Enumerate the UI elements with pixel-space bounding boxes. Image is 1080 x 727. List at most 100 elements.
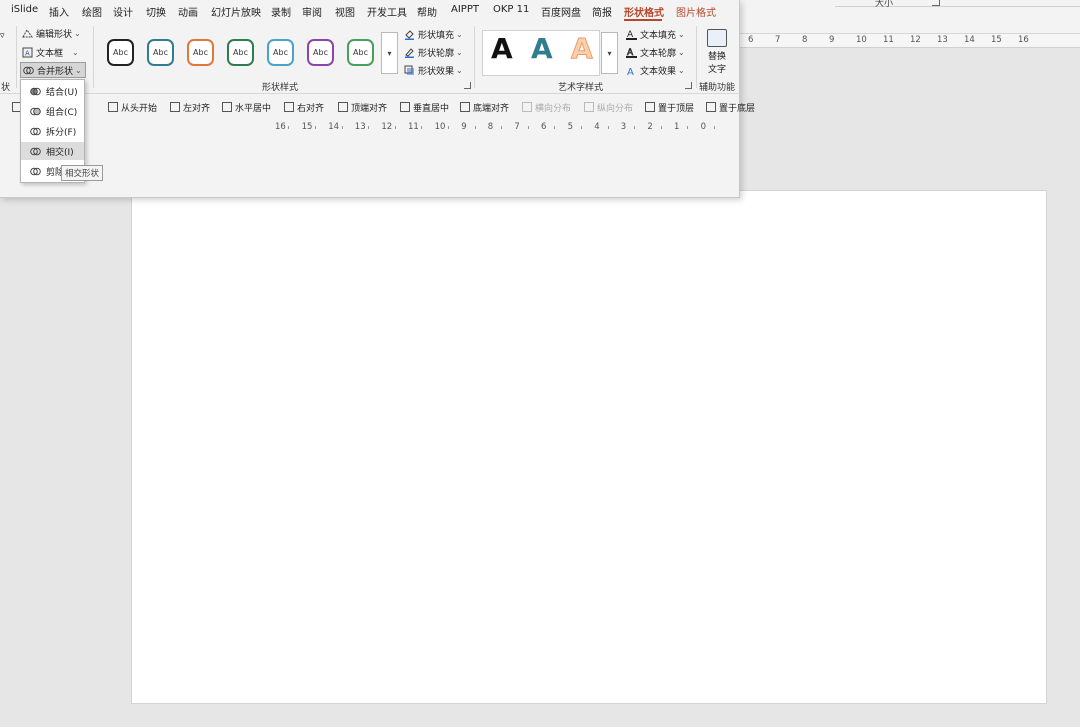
arrange-item-5[interactable]: 顶端对齐	[338, 100, 387, 114]
ruler-number: 9	[829, 35, 835, 45]
ruler-number: 10	[856, 35, 867, 45]
merge-menu-item-label: 拆分(F)	[46, 127, 77, 138]
shape-piece-4	[372, 211, 912, 691]
shape-style-preset-2[interactable]: Abc	[147, 39, 174, 66]
ruler-number: 12	[910, 35, 921, 45]
wordart-style-3[interactable]: A	[571, 32, 594, 66]
shape-style-preset-3[interactable]: Abc	[187, 39, 214, 66]
align-icon	[284, 102, 294, 112]
arrange-item-11[interactable]: 置于底层	[706, 100, 755, 114]
tab-9[interactable]: 视图	[335, 4, 355, 19]
shape-fill-button[interactable]: 形状填充 ⌄	[404, 26, 463, 42]
arrange-item-label: 水平居中	[235, 103, 272, 114]
tab-4[interactable]: 切换	[146, 4, 166, 19]
text-effects-label: 文本效果	[640, 66, 677, 77]
ruler-number: 3	[620, 122, 627, 132]
shape-style-preset-1[interactable]: Abc	[107, 39, 134, 66]
wordart-dialog-launcher-icon[interactable]	[685, 82, 692, 89]
svg-text:A: A	[25, 49, 30, 57]
tab-15[interactable]: 简报	[592, 4, 612, 19]
shape-style-preset-4[interactable]: Abc	[227, 39, 254, 66]
align-icon	[645, 102, 655, 112]
text-box-icon: A	[22, 47, 33, 57]
arrange-item-2[interactable]: 左对齐	[170, 100, 210, 114]
text-fill-button[interactable]: A 文本填充 ⌄	[626, 26, 685, 42]
merge-menu-item-0[interactable]: 结合(U)	[21, 82, 84, 100]
arrange-item-label: 置于顶层	[658, 103, 695, 114]
ruler-number: 7	[514, 122, 520, 132]
size-group-label: 大小	[875, 0, 894, 9]
shape-fill-label: 形状填充	[418, 30, 455, 41]
shape-outline-button[interactable]: 形状轮廓 ⌄	[404, 44, 463, 60]
shape-piece-2	[372, 211, 912, 691]
shape-style-preset-5[interactable]: Abc	[267, 39, 294, 66]
tab-11[interactable]: 帮助	[417, 4, 437, 19]
text-box-button[interactable]: A 文本框 ⌄	[22, 44, 79, 60]
arrange-item-3[interactable]: 水平居中	[222, 100, 271, 114]
fragment-icon	[30, 127, 41, 135]
slide-canvas[interactable]	[131, 190, 1047, 704]
insert-shapes-scroll-icon[interactable]: ▿	[0, 28, 5, 44]
alt-text-button[interactable]: 替换 文字	[700, 27, 734, 77]
tab-12[interactable]: AIPPT	[451, 4, 479, 15]
merge-shapes-button[interactable]: 合并形状 ⌄	[20, 62, 86, 78]
arrange-item-10[interactable]: 置于顶层	[645, 100, 694, 114]
horizontal-ruler-inner: 16 15 14 13 12 11 10 9 8 7 6 5 4 3 2 1 0	[262, 121, 740, 134]
merge-menu-item-label: 组合(C)	[46, 107, 78, 118]
ruler-number: 2	[647, 122, 653, 132]
arrange-item-9[interactable]: 纵向分布	[584, 100, 633, 114]
tab-13[interactable]: OKP 11	[493, 4, 529, 15]
merge-menu-item-1[interactable]: 组合(C)	[21, 102, 84, 120]
tab-0[interactable]: iSlide	[11, 4, 38, 15]
wordart-style-1[interactable]: A	[491, 32, 513, 65]
shape-style-preset-6[interactable]: Abc	[307, 39, 334, 66]
chevron-down-icon: ⌄	[72, 47, 79, 57]
tab-8[interactable]: 审阅	[302, 4, 322, 19]
size-dialog-launcher-icon[interactable]	[932, 0, 940, 6]
tab-16[interactable]: 形状格式	[624, 4, 664, 19]
shape-style-preset-7[interactable]: Abc	[347, 39, 374, 66]
ruler-number: 12	[381, 122, 393, 132]
ruler-tick	[394, 126, 396, 129]
ruler-tick	[687, 126, 689, 129]
ruler-number: 11	[408, 122, 419, 132]
ruler-number: 7	[775, 35, 781, 45]
tab-17[interactable]: 图片格式	[676, 4, 716, 19]
tab-10[interactable]: 开发工具	[367, 4, 407, 19]
tab-6[interactable]: 幻灯片放映	[211, 4, 261, 19]
ruler-number: 13	[354, 122, 366, 132]
text-outline-button[interactable]: A 文本轮廓 ⌄	[626, 44, 685, 60]
ruler-tick	[607, 126, 609, 129]
tab-7[interactable]: 录制	[271, 4, 291, 19]
ruler-number: 15	[991, 35, 1002, 45]
arrange-item-1[interactable]: 从头开始	[108, 100, 157, 114]
wordart-gallery-more-button[interactable]: ▾	[601, 32, 618, 74]
tab-5[interactable]: 动画	[178, 4, 198, 19]
arrange-item-8[interactable]: 横向分布	[522, 100, 571, 114]
merge-menu-item-2[interactable]: 拆分(F)	[21, 122, 84, 140]
intersect-icon	[30, 147, 41, 155]
tab-3[interactable]: 设计	[113, 4, 133, 19]
text-effects-button[interactable]: A 文本效果 ⌄	[626, 62, 685, 78]
tab-2[interactable]: 绘图	[82, 4, 102, 19]
horizontal-ruler-right: 6 7 8 9 10 11 12 13 14 15 16	[740, 34, 1080, 48]
ruler-number: 8	[802, 35, 808, 45]
merge-menu-item-3[interactable]: 相交(I)	[21, 142, 84, 160]
subtract-icon	[30, 167, 41, 175]
ruler-number: 15	[301, 122, 313, 132]
wordart-style-2[interactable]: A	[531, 32, 553, 65]
tab-1[interactable]: 插入	[49, 4, 69, 19]
align-icon	[460, 102, 470, 112]
ruler-number: 16	[275, 122, 286, 132]
ruler-tick	[421, 126, 423, 129]
shape-effects-button[interactable]: 形状效果 ⌄	[404, 62, 463, 78]
arrange-item-7[interactable]: 底端对齐	[460, 100, 509, 114]
edit-shape-button[interactable]: 编辑形状 ⌄	[22, 25, 81, 41]
arrange-item-4[interactable]: 右对齐	[284, 100, 324, 114]
arrange-item-6[interactable]: 垂直居中	[400, 100, 449, 114]
pen-icon	[405, 47, 414, 58]
shape-styles-dialog-launcher-icon[interactable]	[464, 82, 471, 89]
shape-style-gallery-more-button[interactable]: ▾	[381, 32, 398, 74]
ruler-tick	[713, 126, 715, 129]
tab-14[interactable]: 百度网盘	[541, 4, 581, 19]
